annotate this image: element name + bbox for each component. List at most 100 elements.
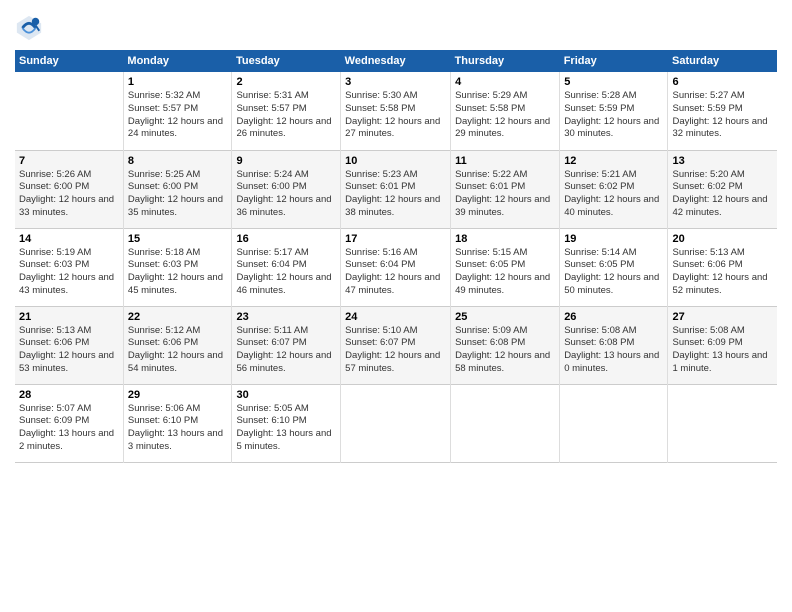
day-number: 7 <box>19 155 119 167</box>
day-info: Sunrise: 5:28 AM Sunset: 5:59 PM Dayligh… <box>564 90 663 141</box>
day-cell: 7 Sunrise: 5:26 AM Sunset: 6:00 PM Daylig… <box>15 150 123 228</box>
day-cell: 9 Sunrise: 5:24 AM Sunset: 6:00 PM Daylig… <box>232 150 341 228</box>
day-number: 28 <box>19 389 119 401</box>
header <box>15 10 777 42</box>
day-cell: 24 Sunrise: 5:10 AM Sunset: 6:07 PM Dayli… <box>341 306 451 384</box>
day-cell: 25 Sunrise: 5:09 AM Sunset: 6:08 PM Dayli… <box>451 306 560 384</box>
day-info: Sunrise: 5:20 AM Sunset: 6:02 PM Dayligh… <box>672 169 773 220</box>
day-info: Sunrise: 5:05 AM Sunset: 6:10 PM Dayligh… <box>236 403 336 454</box>
day-number: 16 <box>236 233 336 245</box>
logo-icon <box>15 14 43 42</box>
day-cell: 20 Sunrise: 5:13 AM Sunset: 6:06 PM Dayli… <box>668 228 777 306</box>
day-cell <box>341 384 451 462</box>
day-info: Sunrise: 5:11 AM Sunset: 6:07 PM Dayligh… <box>236 325 336 376</box>
week-row-5: 28Sunrise: 5:07 AM Sunset: 6:09 PM Dayli… <box>15 384 777 462</box>
day-number: 21 <box>19 311 119 323</box>
day-number: 30 <box>236 389 336 401</box>
header-cell-saturday: Saturday <box>668 50 777 72</box>
day-info: Sunrise: 5:10 AM Sunset: 6:07 PM Dayligh… <box>345 325 446 376</box>
day-number: 4 <box>455 76 555 88</box>
day-cell: 14Sunrise: 5:19 AM Sunset: 6:03 PM Dayli… <box>15 228 123 306</box>
day-info: Sunrise: 5:25 AM Sunset: 6:00 PM Dayligh… <box>128 169 228 220</box>
day-number: 17 <box>345 233 446 245</box>
main-container: SundayMondayTuesdayWednesdayThursdayFrid… <box>0 0 792 473</box>
day-cell: 5 Sunrise: 5:28 AM Sunset: 5:59 PM Daylig… <box>560 72 668 150</box>
day-info: Sunrise: 5:16 AM Sunset: 6:04 PM Dayligh… <box>345 247 446 298</box>
day-info: Sunrise: 5:29 AM Sunset: 5:58 PM Dayligh… <box>455 90 555 141</box>
day-cell: 22 Sunrise: 5:12 AM Sunset: 6:06 PM Dayli… <box>123 306 232 384</box>
day-info: Sunrise: 5:17 AM Sunset: 6:04 PM Dayligh… <box>236 247 336 298</box>
day-number: 24 <box>345 311 446 323</box>
day-cell <box>560 384 668 462</box>
day-number: 29 <box>128 389 228 401</box>
day-info: Sunrise: 5:13 AM Sunset: 6:06 PM Dayligh… <box>19 325 119 376</box>
day-cell: 17 Sunrise: 5:16 AM Sunset: 6:04 PM Dayli… <box>341 228 451 306</box>
day-info: Sunrise: 5:13 AM Sunset: 6:06 PM Dayligh… <box>672 247 773 298</box>
week-row-4: 21 Sunrise: 5:13 AM Sunset: 6:06 PM Dayli… <box>15 306 777 384</box>
day-info: Sunrise: 5:18 AM Sunset: 6:03 PM Dayligh… <box>128 247 228 298</box>
day-info: Sunrise: 5:24 AM Sunset: 6:00 PM Dayligh… <box>236 169 336 220</box>
day-cell: 27Sunrise: 5:08 AM Sunset: 6:09 PM Dayli… <box>668 306 777 384</box>
week-row-3: 14Sunrise: 5:19 AM Sunset: 6:03 PM Dayli… <box>15 228 777 306</box>
day-number: 10 <box>345 155 446 167</box>
day-number: 1 <box>128 76 228 88</box>
logo <box>15 14 47 42</box>
day-number: 18 <box>455 233 555 245</box>
day-info: Sunrise: 5:15 AM Sunset: 6:05 PM Dayligh… <box>455 247 555 298</box>
header-cell-monday: Monday <box>123 50 232 72</box>
day-cell: 15 Sunrise: 5:18 AM Sunset: 6:03 PM Dayli… <box>123 228 232 306</box>
day-number: 9 <box>236 155 336 167</box>
day-cell <box>15 72 123 150</box>
day-number: 11 <box>455 155 555 167</box>
week-row-2: 7 Sunrise: 5:26 AM Sunset: 6:00 PM Daylig… <box>15 150 777 228</box>
day-number: 15 <box>128 233 228 245</box>
day-number: 26 <box>564 311 663 323</box>
day-cell: 18 Sunrise: 5:15 AM Sunset: 6:05 PM Dayli… <box>451 228 560 306</box>
day-cell: 26 Sunrise: 5:08 AM Sunset: 6:08 PM Dayli… <box>560 306 668 384</box>
day-number: 12 <box>564 155 663 167</box>
day-cell: 10 Sunrise: 5:23 AM Sunset: 6:01 PM Dayli… <box>341 150 451 228</box>
day-number: 13 <box>672 155 773 167</box>
header-cell-tuesday: Tuesday <box>232 50 341 72</box>
day-number: 23 <box>236 311 336 323</box>
day-cell: 4 Sunrise: 5:29 AM Sunset: 5:58 PM Daylig… <box>451 72 560 150</box>
day-cell <box>451 384 560 462</box>
day-info: Sunrise: 5:26 AM Sunset: 6:00 PM Dayligh… <box>19 169 119 220</box>
header-row: SundayMondayTuesdayWednesdayThursdayFrid… <box>15 50 777 72</box>
day-cell: 30 Sunrise: 5:05 AM Sunset: 6:10 PM Dayli… <box>232 384 341 462</box>
header-cell-wednesday: Wednesday <box>341 50 451 72</box>
day-number: 8 <box>128 155 228 167</box>
day-info: Sunrise: 5:22 AM Sunset: 6:01 PM Dayligh… <box>455 169 555 220</box>
day-cell: 1Sunrise: 5:32 AM Sunset: 5:57 PM Daylig… <box>123 72 232 150</box>
day-cell: 29 Sunrise: 5:06 AM Sunset: 6:10 PM Dayli… <box>123 384 232 462</box>
day-cell: 12Sunrise: 5:21 AM Sunset: 6:02 PM Dayli… <box>560 150 668 228</box>
day-cell: 8 Sunrise: 5:25 AM Sunset: 6:00 PM Daylig… <box>123 150 232 228</box>
header-cell-friday: Friday <box>560 50 668 72</box>
day-cell: 19Sunrise: 5:14 AM Sunset: 6:05 PM Dayli… <box>560 228 668 306</box>
day-cell: 28Sunrise: 5:07 AM Sunset: 6:09 PM Dayli… <box>15 384 123 462</box>
day-info: Sunrise: 5:12 AM Sunset: 6:06 PM Dayligh… <box>128 325 228 376</box>
header-cell-thursday: Thursday <box>451 50 560 72</box>
day-cell: 3Sunrise: 5:30 AM Sunset: 5:58 PM Daylig… <box>341 72 451 150</box>
day-info: Sunrise: 5:23 AM Sunset: 6:01 PM Dayligh… <box>345 169 446 220</box>
day-info: Sunrise: 5:08 AM Sunset: 6:08 PM Dayligh… <box>564 325 663 376</box>
day-number: 22 <box>128 311 228 323</box>
day-cell: 16 Sunrise: 5:17 AM Sunset: 6:04 PM Dayli… <box>232 228 341 306</box>
week-row-1: 1Sunrise: 5:32 AM Sunset: 5:57 PM Daylig… <box>15 72 777 150</box>
day-info: Sunrise: 5:06 AM Sunset: 6:10 PM Dayligh… <box>128 403 228 454</box>
day-info: Sunrise: 5:14 AM Sunset: 6:05 PM Dayligh… <box>564 247 663 298</box>
day-cell: 11 Sunrise: 5:22 AM Sunset: 6:01 PM Dayli… <box>451 150 560 228</box>
day-cell: 23 Sunrise: 5:11 AM Sunset: 6:07 PM Dayli… <box>232 306 341 384</box>
day-info: Sunrise: 5:19 AM Sunset: 6:03 PM Dayligh… <box>19 247 119 298</box>
day-cell: 6Sunrise: 5:27 AM Sunset: 5:59 PM Daylig… <box>668 72 777 150</box>
day-number: 27 <box>672 311 773 323</box>
day-cell: 13 Sunrise: 5:20 AM Sunset: 6:02 PM Dayli… <box>668 150 777 228</box>
day-cell: 21 Sunrise: 5:13 AM Sunset: 6:06 PM Dayli… <box>15 306 123 384</box>
day-number: 25 <box>455 311 555 323</box>
day-cell: 2Sunrise: 5:31 AM Sunset: 5:57 PM Daylig… <box>232 72 341 150</box>
day-number: 20 <box>672 233 773 245</box>
day-info: Sunrise: 5:09 AM Sunset: 6:08 PM Dayligh… <box>455 325 555 376</box>
day-cell <box>668 384 777 462</box>
day-info: Sunrise: 5:30 AM Sunset: 5:58 PM Dayligh… <box>345 90 446 141</box>
day-number: 5 <box>564 76 663 88</box>
